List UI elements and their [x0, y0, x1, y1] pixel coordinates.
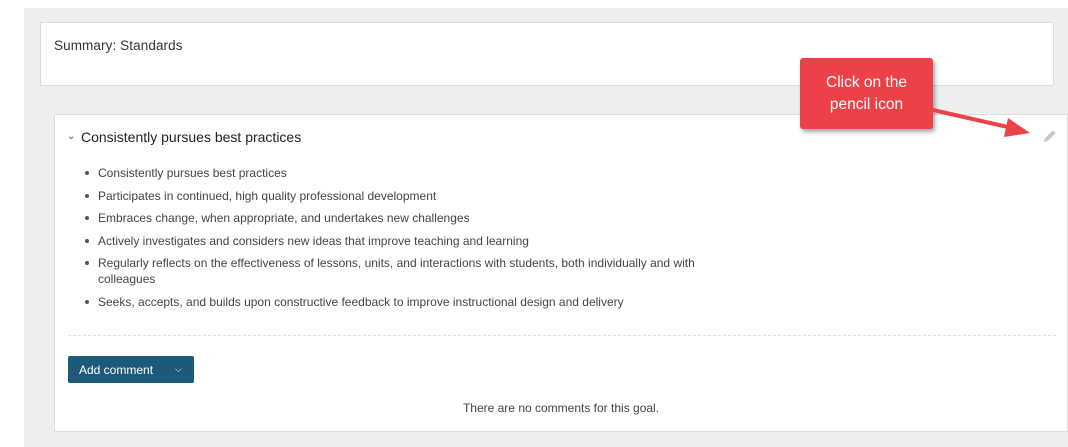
pencil-icon[interactable]	[1041, 129, 1057, 145]
criteria-list: Consistently pursues best practices Part…	[85, 165, 705, 316]
goal-title: Consistently pursues best practices	[81, 129, 302, 145]
list-item: Embraces change, when appropriate, and u…	[85, 210, 705, 226]
list-item: Seeks, accepts, and builds upon construc…	[85, 294, 705, 310]
callout-line-2: pencil icon	[829, 95, 904, 113]
list-item: Actively investigates and considers new …	[85, 233, 705, 249]
goal-header[interactable]: ⌄ Consistently pursues best practices	[67, 129, 301, 145]
add-comment-button[interactable]: Add comment ⌵	[68, 356, 194, 383]
add-comment-label: Add comment	[79, 362, 154, 377]
list-item: Participates in continued, high quality …	[85, 188, 705, 204]
list-item: Consistently pursues best practices	[85, 165, 705, 181]
divider	[68, 335, 1056, 336]
list-item: Regularly reflects on the effectiveness …	[85, 255, 705, 287]
caret-down-icon[interactable]: ⌵	[175, 364, 182, 375]
summary-title: Summary: Standards	[54, 38, 183, 53]
chevron-down-icon[interactable]: ⌄	[67, 131, 76, 142]
instruction-callout: Click on the pencil icon	[800, 58, 933, 129]
no-comments-message: There are no comments for this goal.	[462, 401, 660, 415]
goal-panel: ⌄ Consistently pursues best practices Co…	[54, 114, 1068, 432]
callout-line-1: Click on the	[826, 73, 907, 91]
